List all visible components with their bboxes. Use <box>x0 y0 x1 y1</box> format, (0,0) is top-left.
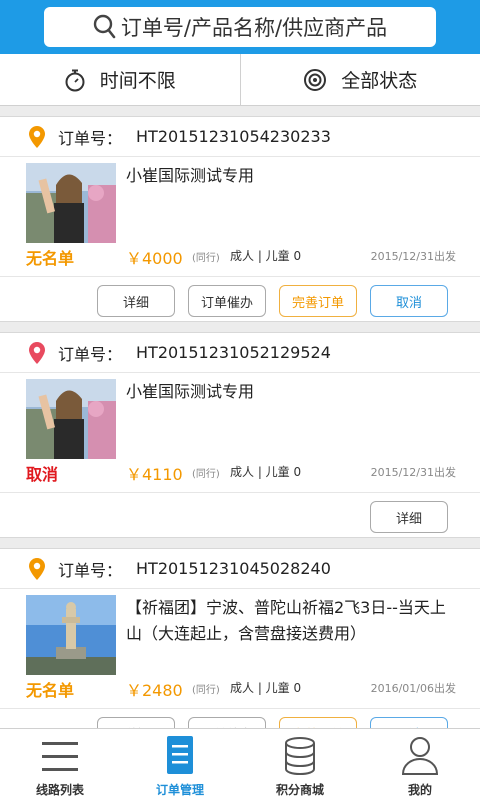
filter-bar: 时间不限 全部状态 <box>0 54 480 106</box>
price-type: (同行) <box>192 469 220 480</box>
departure-date: 2016/01/06出发 <box>370 682 456 695</box>
passenger-count: 成人 | 儿童 0 <box>230 465 302 479</box>
complete-order-button[interactable]: 完善订单 <box>279 285 357 317</box>
nav-mine[interactable]: 我的 <box>360 729 480 800</box>
order-price: ￥4000 <box>126 249 183 268</box>
product-name: 【祈福团】宁波、普陀山祈福2飞3日--当天上山（大连起止，含营盘接送费用） <box>126 598 446 643</box>
order-card[interactable]: 订单号： HT20151231045028240 【祈福团】宁波、普陀山祈福2飞… <box>0 548 480 754</box>
order-number: HT20151231054230233 <box>136 127 331 146</box>
order-status: 无名单 <box>26 681 75 700</box>
order-actions: 详细 <box>0 493 480 537</box>
order-number: HT20151231045028240 <box>136 559 331 578</box>
order-number-label: 订单号： <box>58 128 123 148</box>
departure-date: 2015/12/31出发 <box>370 250 456 263</box>
order-actions: 详细 订单催办 完善订单 取消 <box>0 277 480 321</box>
search-input[interactable]: 订单号/产品名称/供应商产品 <box>44 7 436 47</box>
order-card[interactable]: 订单号： HT20151231054230233 小崔国际测试专用 无名单 ￥4… <box>0 116 480 322</box>
woman-photo-icon <box>26 379 116 459</box>
order-header: 订单号： HT20151231052129524 <box>0 333 480 373</box>
order-list: 订单号： HT20151231054230233 小崔国际测试专用 无名单 ￥4… <box>0 106 480 754</box>
order-header: 订单号： HT20151231054230233 <box>0 117 480 157</box>
passenger-count: 成人 | 儿童 0 <box>230 249 302 263</box>
order-body: 小崔国际测试专用 无名单 ￥4000 (同行) 成人 | 儿童 0 2015/1… <box>0 157 480 277</box>
order-status: 无名单 <box>26 249 75 268</box>
search-placeholder: 订单号/产品名称/供应商产品 <box>120 16 388 40</box>
nav-label: 我的 <box>407 783 432 797</box>
passenger-count: 成人 | 儿童 0 <box>230 681 302 695</box>
database-icon <box>285 737 315 775</box>
order-price: ￥2480 <box>126 681 183 700</box>
price-type: (同行) <box>192 685 220 696</box>
order-price: ￥4110 <box>126 465 183 484</box>
order-card[interactable]: 订单号： HT20151231052129524 小崔国际测试专用 取消 ￥41… <box>0 332 480 538</box>
order-header: 订单号： HT20151231045028240 <box>0 549 480 589</box>
order-number: HT20151231052129524 <box>136 343 331 362</box>
bottom-nav: 线路列表 订单管理 积分商城 我的 <box>0 728 480 800</box>
location-pin-icon <box>29 125 45 148</box>
urge-order-button[interactable]: 订单催办 <box>188 285 266 317</box>
location-pin-icon <box>29 557 45 580</box>
top-bar: 订单号/产品名称/供应商产品 <box>0 0 480 54</box>
woman-photo-icon <box>26 163 116 243</box>
product-name: 小崔国际测试专用 <box>126 382 255 401</box>
guanyin-statue-photo-icon <box>26 595 116 675</box>
nav-label: 积分商城 <box>275 783 324 797</box>
order-body: 【祈福团】宁波、普陀山祈福2飞3日--当天上山（大连起止，含营盘接送费用） 无名… <box>0 589 480 709</box>
status-filter-label: 全部状态 <box>341 70 418 92</box>
status-filter[interactable]: 全部状态 <box>239 54 480 105</box>
order-number-label: 订单号： <box>58 344 123 364</box>
nav-route-list[interactable]: 线路列表 <box>0 729 120 800</box>
time-filter-label: 时间不限 <box>99 70 176 92</box>
detail-button[interactable]: 详细 <box>370 501 448 533</box>
order-number-label: 订单号： <box>58 560 123 580</box>
detail-button[interactable]: 详细 <box>97 285 175 317</box>
document-icon <box>167 736 193 774</box>
cancel-button[interactable]: 取消 <box>370 285 448 317</box>
nav-label: 订单管理 <box>155 783 204 797</box>
target-icon <box>304 68 327 91</box>
location-pin-icon <box>29 341 45 364</box>
product-name: 小崔国际测试专用 <box>126 166 255 185</box>
departure-date: 2015/12/31出发 <box>370 466 456 479</box>
nav-order-management[interactable]: 订单管理 <box>120 729 240 800</box>
stopwatch-icon <box>65 69 85 91</box>
time-filter[interactable]: 时间不限 <box>0 54 240 105</box>
nav-points-mall[interactable]: 积分商城 <box>240 729 360 800</box>
user-icon <box>401 737 439 775</box>
price-type: (同行) <box>192 253 220 264</box>
search-icon <box>93 14 116 39</box>
order-body: 小崔国际测试专用 取消 ￥4110 (同行) 成人 | 儿童 0 2015/12… <box>0 373 480 493</box>
order-status: 取消 <box>26 465 59 484</box>
list-lines-icon <box>42 742 78 771</box>
nav-label: 线路列表 <box>35 783 84 797</box>
